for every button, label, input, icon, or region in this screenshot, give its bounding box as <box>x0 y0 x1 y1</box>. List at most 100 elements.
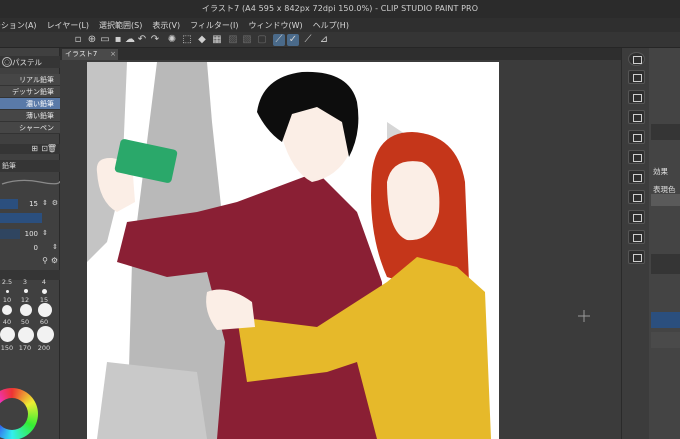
brush-size-150[interactable]: 150 <box>0 344 14 352</box>
export-icon[interactable] <box>628 110 645 124</box>
pressure-setting-icon[interactable]: ⚙ <box>52 199 58 207</box>
brush-size-slider[interactable] <box>0 199 18 209</box>
size-stepper-icon[interactable]: ⇕ <box>42 199 48 207</box>
third-property-value: 0 <box>33 244 38 252</box>
snap-ruler-icon[interactable]: ⟋ <box>273 34 285 46</box>
brush-size-dot <box>18 327 34 343</box>
crop-icon[interactable]: ▢ <box>256 34 268 46</box>
menu-filter[interactable]: フィルター(I) <box>185 20 243 31</box>
layer-panel-header <box>651 254 680 274</box>
invert-selection-icon[interactable]: ▧ <box>241 34 253 46</box>
brush-size-2-5[interactable]: 2.5 <box>0 278 14 286</box>
canvas-area[interactable] <box>60 60 621 439</box>
title-bar: イラスト7 (A4 595 x 842px 72dpi 150.0%) - CL… <box>0 0 680 18</box>
menu-window[interactable]: ウィンドウ(W) <box>244 20 308 31</box>
brush-mechanical-pencil[interactable]: シャーペン <box>0 122 60 134</box>
stepper-icon[interactable]: ⇕ <box>52 243 58 251</box>
brush-light-pencil[interactable]: 薄い鉛筆 <box>0 110 60 122</box>
illustration <box>87 62 491 439</box>
crosshair-cursor-icon <box>578 310 590 322</box>
delete-subtool-icon[interactable]: 🗑 <box>47 144 57 153</box>
brush-size-row[interactable]: 15 ⇕ ⚙ <box>0 198 60 210</box>
pen-pressure-icon[interactable]: ⊿ <box>318 34 330 46</box>
redo-icon[interactable]: ↷ <box>149 34 161 46</box>
brush-size-40[interactable]: 40 <box>0 318 14 326</box>
sub-view-icon[interactable] <box>628 170 645 184</box>
save-icon[interactable]: ▪ <box>112 34 124 46</box>
brush-size-170[interactable]: 170 <box>18 344 32 352</box>
sub-tool-group-label: パステル <box>12 58 42 67</box>
brush-sketch-pencil[interactable]: デッサン鉛筆 <box>0 86 60 98</box>
brush-dark-pencil[interactable]: 濃い鉛筆 <box>0 98 60 110</box>
sub-tool-panel: ◌ パステル リアル鉛筆 デッサン鉛筆 濃い鉛筆 薄い鉛筆 シャーペン ⊞ ⊡ … <box>0 48 61 439</box>
close-icon[interactable]: × <box>110 49 116 60</box>
add-subtool-icon[interactable]: ⊞ <box>31 144 38 153</box>
search-icon[interactable]: ⚲ <box>42 256 48 265</box>
layer-property-icon[interactable] <box>628 70 645 84</box>
tool-property-label: 鉛筆 <box>2 162 16 170</box>
open-folder-icon[interactable]: ▭ <box>99 34 111 46</box>
color-wheel[interactable] <box>0 388 38 439</box>
menu-bar: ーション(A) レイヤー(L) 選択範囲(S) 表示(V) フィルター(I) ウ… <box>0 18 680 32</box>
brush-size-12[interactable]: 12 <box>18 296 32 304</box>
layer-property-panel: 効果 表現色 <box>649 48 680 439</box>
import-icon[interactable] <box>628 90 645 104</box>
fill-icon[interactable]: ◆ <box>196 34 208 46</box>
auto-action-icon[interactable] <box>628 230 645 244</box>
brush-size-dot <box>6 290 9 293</box>
new-file-icon[interactable]: ▫ <box>72 34 84 46</box>
transform-icon[interactable]: ✺ <box>166 34 178 46</box>
brush-size-10[interactable]: 10 <box>0 296 14 304</box>
clear-icon[interactable]: ⬚ <box>181 34 193 46</box>
layer-row-selected[interactable] <box>651 312 680 328</box>
expression-color-dropdown[interactable] <box>651 194 680 206</box>
new-file-alt-icon[interactable]: ⊕ <box>86 34 98 46</box>
menu-help[interactable]: ヘルプ(H) <box>308 20 354 31</box>
right-tool-column <box>621 48 649 439</box>
opacity-slider[interactable] <box>0 229 20 239</box>
brush-density-slider[interactable] <box>0 213 42 223</box>
opacity-value: 100 <box>24 230 38 238</box>
brush-size-value: 15 <box>29 200 38 208</box>
canvas-tab[interactable]: イラスト7 × <box>62 49 118 60</box>
brush-size-50[interactable]: 50 <box>18 318 32 326</box>
opacity-stepper-icon[interactable]: ⇕ <box>42 229 48 237</box>
item-bank-icon[interactable] <box>628 250 645 264</box>
opacity-row[interactable]: 100 ⇕ <box>0 228 60 240</box>
search-layer-icon[interactable] <box>628 210 645 224</box>
undo-icon[interactable]: ↶ <box>136 34 148 46</box>
tool-property-footer: ⚲ ⚙ <box>0 256 60 268</box>
panel-header <box>651 124 680 140</box>
menu-selection[interactable]: 選択範囲(S) <box>94 20 147 31</box>
menu-view[interactable]: 表示(V) <box>147 20 185 31</box>
brush-density-row[interactable] <box>0 212 60 224</box>
canvas-paper[interactable] <box>87 62 499 439</box>
navigator-icon[interactable] <box>628 52 645 66</box>
menu-layer[interactable]: レイヤー(L) <box>42 20 94 31</box>
background-shadow-shape <box>97 362 207 439</box>
deselect-icon[interactable]: ▨ <box>227 34 239 46</box>
grid-icon[interactable]: ▦ <box>211 34 223 46</box>
third-property-row[interactable]: 0 ⇕ <box>0 242 60 254</box>
settings-icon[interactable]: ⚙ <box>51 256 58 265</box>
layer-row[interactable] <box>651 332 680 348</box>
palette-icon: ◌ <box>2 57 12 67</box>
effect-label: 効果 <box>653 167 668 176</box>
canvas-tab-label: イラスト7 <box>65 50 98 58</box>
history-icon[interactable] <box>628 150 645 164</box>
brush-real-pencil[interactable]: リアル鉛筆 <box>0 74 60 86</box>
brush-size-3[interactable]: 3 <box>18 278 32 286</box>
snap-grid-icon[interactable]: ⟋ <box>302 34 314 46</box>
info-icon[interactable] <box>628 190 645 204</box>
brush-size-200[interactable]: 200 <box>37 344 51 352</box>
sub-tool-footer: ⊞ ⊡ 🗑 <box>0 144 60 154</box>
brush-size-60[interactable]: 60 <box>37 318 51 326</box>
brush-size-4[interactable]: 4 <box>37 278 51 286</box>
menu-animation[interactable]: ーション(A) <box>0 20 42 31</box>
material-icon[interactable] <box>628 130 645 144</box>
snap-special-ruler-icon[interactable]: ✓ <box>287 34 299 46</box>
sub-tool-group-header[interactable]: ◌ パステル <box>0 56 60 68</box>
cloud-icon[interactable]: ☁ <box>124 34 136 46</box>
command-bar: ▫ ⊕ ▭ ▪ ☁ ↶ ↷ ✺ ⬚ ◆ ▦ ▨ ▧ ▢ ⟋ ✓ ⟋ ⊿ <box>0 32 680 48</box>
brush-size-dot <box>42 289 47 294</box>
